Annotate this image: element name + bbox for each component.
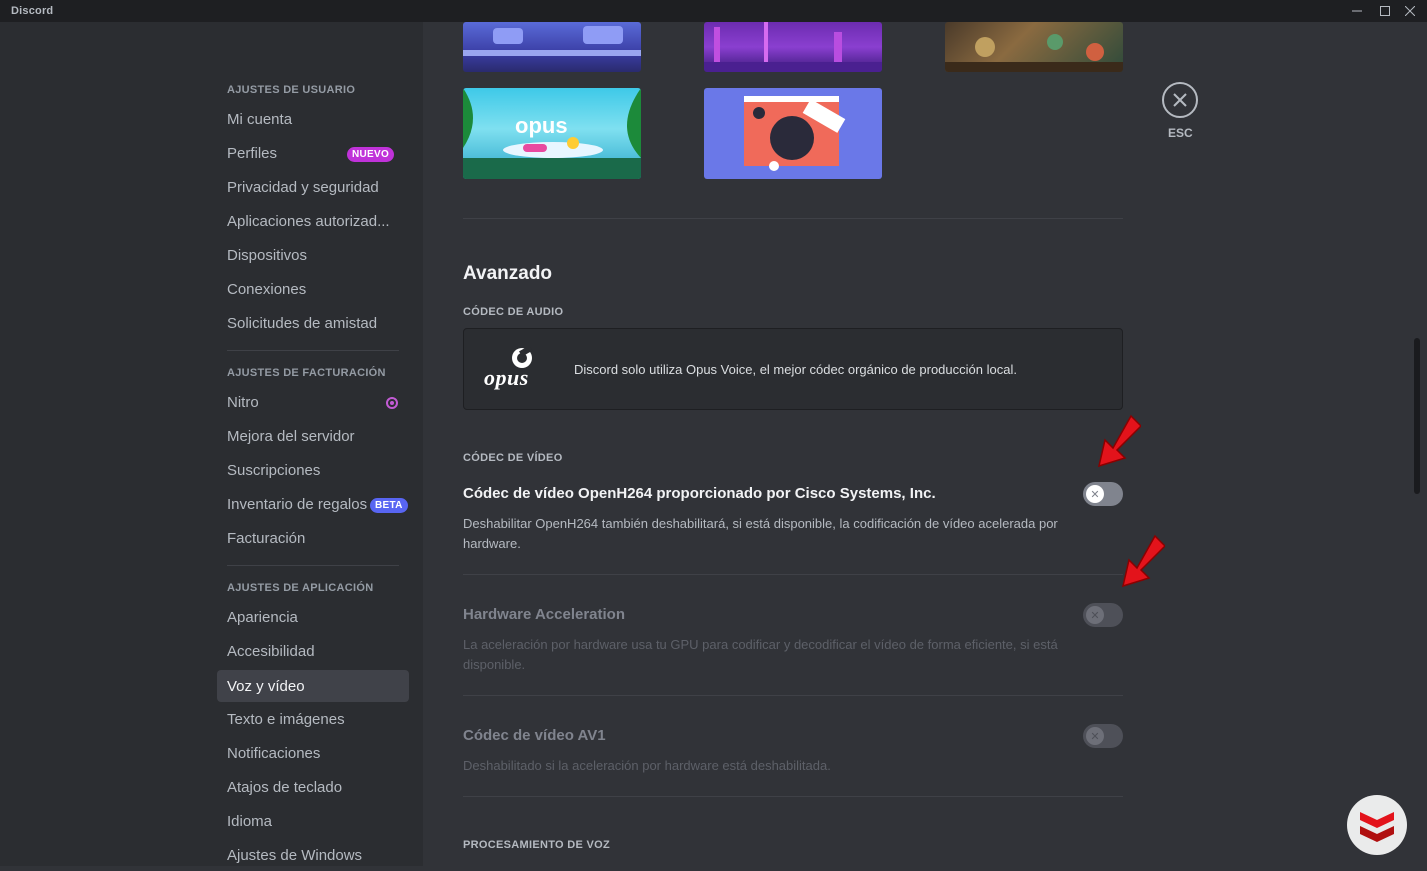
setting-divider [463,796,1123,797]
section-header-app: AJUSTES DE APLICACIÓN [227,582,374,594]
settings-sidebar: AJUSTES DE USUARIO Mi cuenta Perfiles NU… [0,22,423,866]
esc-label: ESC [1168,126,1193,140]
opus-logo-text: opus [484,365,529,390]
sidebar-item-mi-cuenta[interactable]: Mi cuenta [217,103,409,135]
advanced-title: Avanzado [463,263,553,284]
openh264-desc: Deshabilitar OpenH264 también deshabilit… [463,516,1058,551]
background-thumbnail[interactable] [463,22,641,72]
audio-codec-desc: Discord solo utiliza Opus Voice, el mejo… [574,362,1017,377]
sidebar-item-facturacion[interactable]: Facturación [217,522,409,554]
audio-codec-header: CÓDEC DE AUDIO [463,306,564,318]
hardware-acceleration-desc: La aceleración por hardware usa tu GPU p… [463,637,1058,672]
x-icon: ✕ [1086,606,1104,624]
sidebar-divider [227,565,399,566]
x-icon: ✕ [1086,485,1104,503]
hardware-acceleration-title: Hardware Acceleration [463,606,626,623]
sidebar-item-conexiones[interactable]: Conexiones [217,273,409,305]
av1-desc: Deshabilitado si la aceleración por hard… [463,758,831,773]
setting-divider [463,695,1123,696]
red-arrow-annotation [1097,414,1141,468]
watermark-logo [1347,795,1407,855]
openh264-toggle[interactable]: ✕ [1083,482,1123,506]
sidebar-item-notificaciones[interactable]: Notificaciones [217,737,409,769]
nuevo-badge: NUEVO [347,147,395,162]
av1-title: Códec de vídeo AV1 [463,727,606,744]
sidebar-item-apariencia[interactable]: Apariencia [217,601,409,633]
sidebar-item-privacidad[interactable]: Privacidad y seguridad [217,171,409,203]
background-thumbnail[interactable]: opus [463,88,641,179]
background-thumbnail[interactable] [945,22,1123,72]
openh264-title: Códec de vídeo OpenH264 proporcionado po… [463,485,936,502]
sidebar-item-accesibilidad[interactable]: Accesibilidad [217,635,409,667]
section-divider [463,218,1123,219]
sidebar-item-atajos[interactable]: Atajos de teclado [217,771,409,803]
background-thumbnail[interactable] [704,88,882,179]
beta-badge: BETA [370,498,408,513]
sidebar-item-texto[interactable]: Texto e imágenes [217,703,409,735]
sidebar-item-solicitudes[interactable]: Solicitudes de amistad [217,307,409,339]
x-icon: ✕ [1086,727,1104,745]
nitro-icon [386,397,398,409]
settings-content: opus Avanzado CÓDEC DE AUDIO opus Discor… [423,22,1427,866]
svg-text:opus: opus [515,113,568,138]
section-header-billing: AJUSTES DE FACTURACIÓN [227,367,386,379]
sidebar-item-ajustes-windows[interactable]: Ajustes de Windows [217,839,409,871]
sidebar-item-suscripciones[interactable]: Suscripciones [217,454,409,486]
av1-toggle[interactable]: ✕ [1083,724,1123,748]
voice-processing-header: PROCESAMIENTO DE VOZ [463,839,610,851]
setting-divider [463,574,1123,575]
close-window-icon[interactable] [1393,0,1427,22]
video-codec-header: CÓDEC DE VÍDEO [463,452,563,464]
section-header-user: AJUSTES DE USUARIO [227,84,356,96]
red-arrow-annotation [1121,534,1165,588]
title-bar: Discord [0,0,1427,22]
close-icon[interactable] [1162,82,1198,118]
sidebar-divider [227,350,399,351]
sidebar-item-dispositivos[interactable]: Dispositivos [217,239,409,271]
hardware-acceleration-toggle[interactable]: ✕ [1083,603,1123,627]
background-thumbnail[interactable] [704,22,882,72]
scrollbar-thumb[interactable] [1414,338,1420,494]
audio-codec-card: opus Discord solo utiliza Opus Voice, el… [463,328,1123,410]
sidebar-item-aplicaciones[interactable]: Aplicaciones autorizad... [217,205,409,237]
sidebar-item-nitro[interactable]: Nitro [217,386,409,418]
sidebar-item-mejora[interactable]: Mejora del servidor [217,420,409,452]
sidebar-item-idioma[interactable]: Idioma [217,805,409,837]
sidebar-item-voz-video[interactable]: Voz y vídeo [217,670,409,702]
window-title: Discord [11,5,54,17]
